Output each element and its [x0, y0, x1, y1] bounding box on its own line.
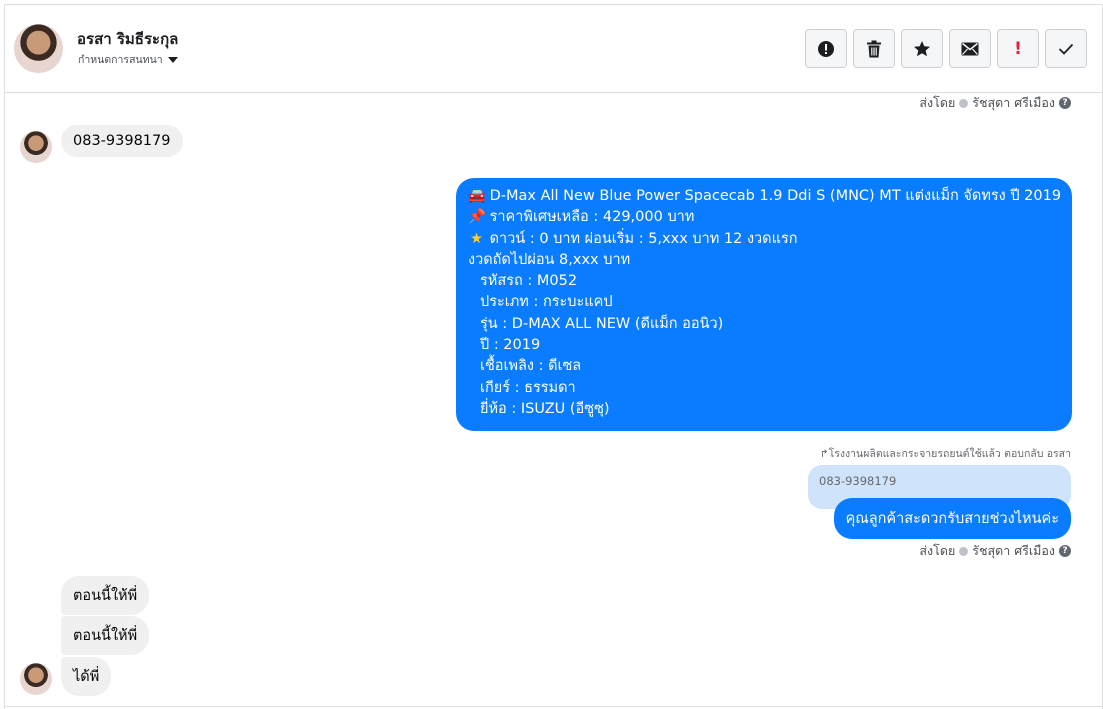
incoming-message[interactable]: ได้พี่	[61, 657, 112, 696]
message-line: ปี : 2019	[480, 337, 541, 354]
divider	[4, 706, 1103, 707]
contact-avatar[interactable]	[14, 24, 63, 73]
reply-header-text: โรงงานผลิตและกระจายรถยนต์ใช้แล้ว ตอบกลับ…	[828, 448, 1071, 460]
message-text: ดาวน์ : 0 บาท ผ่อนเริ่ม : 5,xxx บาท 12 ง…	[489, 230, 798, 247]
sent-by-info: ส่งโดย รัชสุดา ศรีเมือง ?	[919, 93, 1071, 113]
contact-avatar-small[interactable]	[20, 663, 52, 695]
assign-conversation-dropdown[interactable]: กำหนดการสนทนา	[78, 51, 178, 68]
sent-by-agent: รัชสุดา ศรีเมือง	[972, 95, 1055, 110]
incoming-message[interactable]: 083-9398179	[61, 125, 183, 157]
assign-label: กำหนดการสนทนา	[78, 54, 163, 66]
important-button[interactable]: !	[997, 29, 1039, 68]
star-icon	[914, 40, 930, 56]
exclamation-icon: !	[1014, 38, 1022, 59]
reply-arrow-icon: ↱	[819, 448, 829, 460]
sent-by-agent: รัชสุดา ศรีเมือง	[972, 543, 1055, 558]
message-line: 📌 ราคาพิเศษเหลือ : 429,000 บาท	[468, 207, 1060, 228]
star-emoji-icon: ★	[470, 230, 483, 247]
message-line: 🚘 D-Max All New Blue Power Spacecab 1.9 …	[468, 186, 1062, 207]
conversation-toolbar: !	[805, 29, 1087, 68]
star-button[interactable]	[901, 29, 943, 68]
contact-avatar-small[interactable]	[20, 131, 52, 163]
incoming-message[interactable]: ตอนนี้ให้พี่	[61, 576, 150, 615]
message-line: ★ ดาวน์ : 0 บาท ผ่อนเริ่ม : 5,xxx บาท 12…	[468, 229, 1060, 250]
car-icon: 🚘	[468, 188, 487, 204]
help-icon[interactable]: ?	[1059, 545, 1071, 557]
message-text: D-Max All New Blue Power Spacecab 1.9 Dd…	[489, 188, 1062, 204]
sent-by-prefix: ส่งโดย	[919, 543, 956, 558]
pushpin-icon: 📌	[468, 209, 487, 226]
message-line: งวดถัดไปผ่อน 8,xxx บาท	[468, 251, 631, 268]
spam-button[interactable]	[805, 29, 847, 68]
message-line: ยี่ห้อ : ISUZU (อีซูซุ)	[480, 400, 610, 417]
caret-down-icon	[167, 56, 178, 63]
message-line: เชื้อเพลิง : ดีเซล	[480, 358, 582, 375]
message-line: รุ่น : D-MAX ALL NEW (ดีแม็ก ออนิว)	[480, 315, 724, 332]
sent-by-info: ส่งโดย รัชสุดา ศรีเมือง ?	[919, 541, 1071, 561]
agent-icon	[959, 546, 969, 556]
trash-icon	[867, 40, 881, 57]
agent-icon	[959, 98, 969, 108]
reply-header: ↱โรงงานผลิตและกระจายรถยนต์ใช้แล้ว ตอบกลั…	[820, 445, 1071, 462]
mark-done-button[interactable]	[1045, 29, 1087, 68]
message-line: รหัสรถ : M052	[480, 273, 578, 290]
message-text: ราคาพิเศษเหลือ : 429,000 บาท	[489, 209, 695, 226]
mark-unread-button[interactable]	[949, 29, 991, 68]
alert-circle-icon	[818, 40, 834, 57]
message-line: เกียร์ : ธรรมดา	[480, 379, 576, 396]
outgoing-reply-message[interactable]: คุณลูกค้าสะดวกรับสายช่วงไหนค่ะ	[833, 498, 1071, 539]
contact-name[interactable]: อรสา ริมธีระกุล	[77, 27, 178, 51]
sent-by-prefix: ส่งโดย	[919, 95, 956, 110]
conversation-panel: อรสา ริมธีระกุล กำหนดการสนทนา ! ส่งโดย ร…	[4, 4, 1103, 709]
check-icon	[1058, 43, 1074, 55]
conversation-header: อรสา ริมธีระกุล กำหนดการสนทนา !	[5, 5, 1102, 93]
incoming-message[interactable]: ตอนนี้ให้พี่	[61, 616, 150, 655]
delete-button[interactable]	[853, 29, 895, 68]
message-line: ประเภท : กระบะแคป	[480, 294, 613, 311]
help-icon[interactable]: ?	[1059, 97, 1071, 109]
outgoing-message[interactable]: 🚘 D-Max All New Blue Power Spacecab 1.9 …	[456, 178, 1072, 431]
envelope-icon	[961, 42, 979, 55]
